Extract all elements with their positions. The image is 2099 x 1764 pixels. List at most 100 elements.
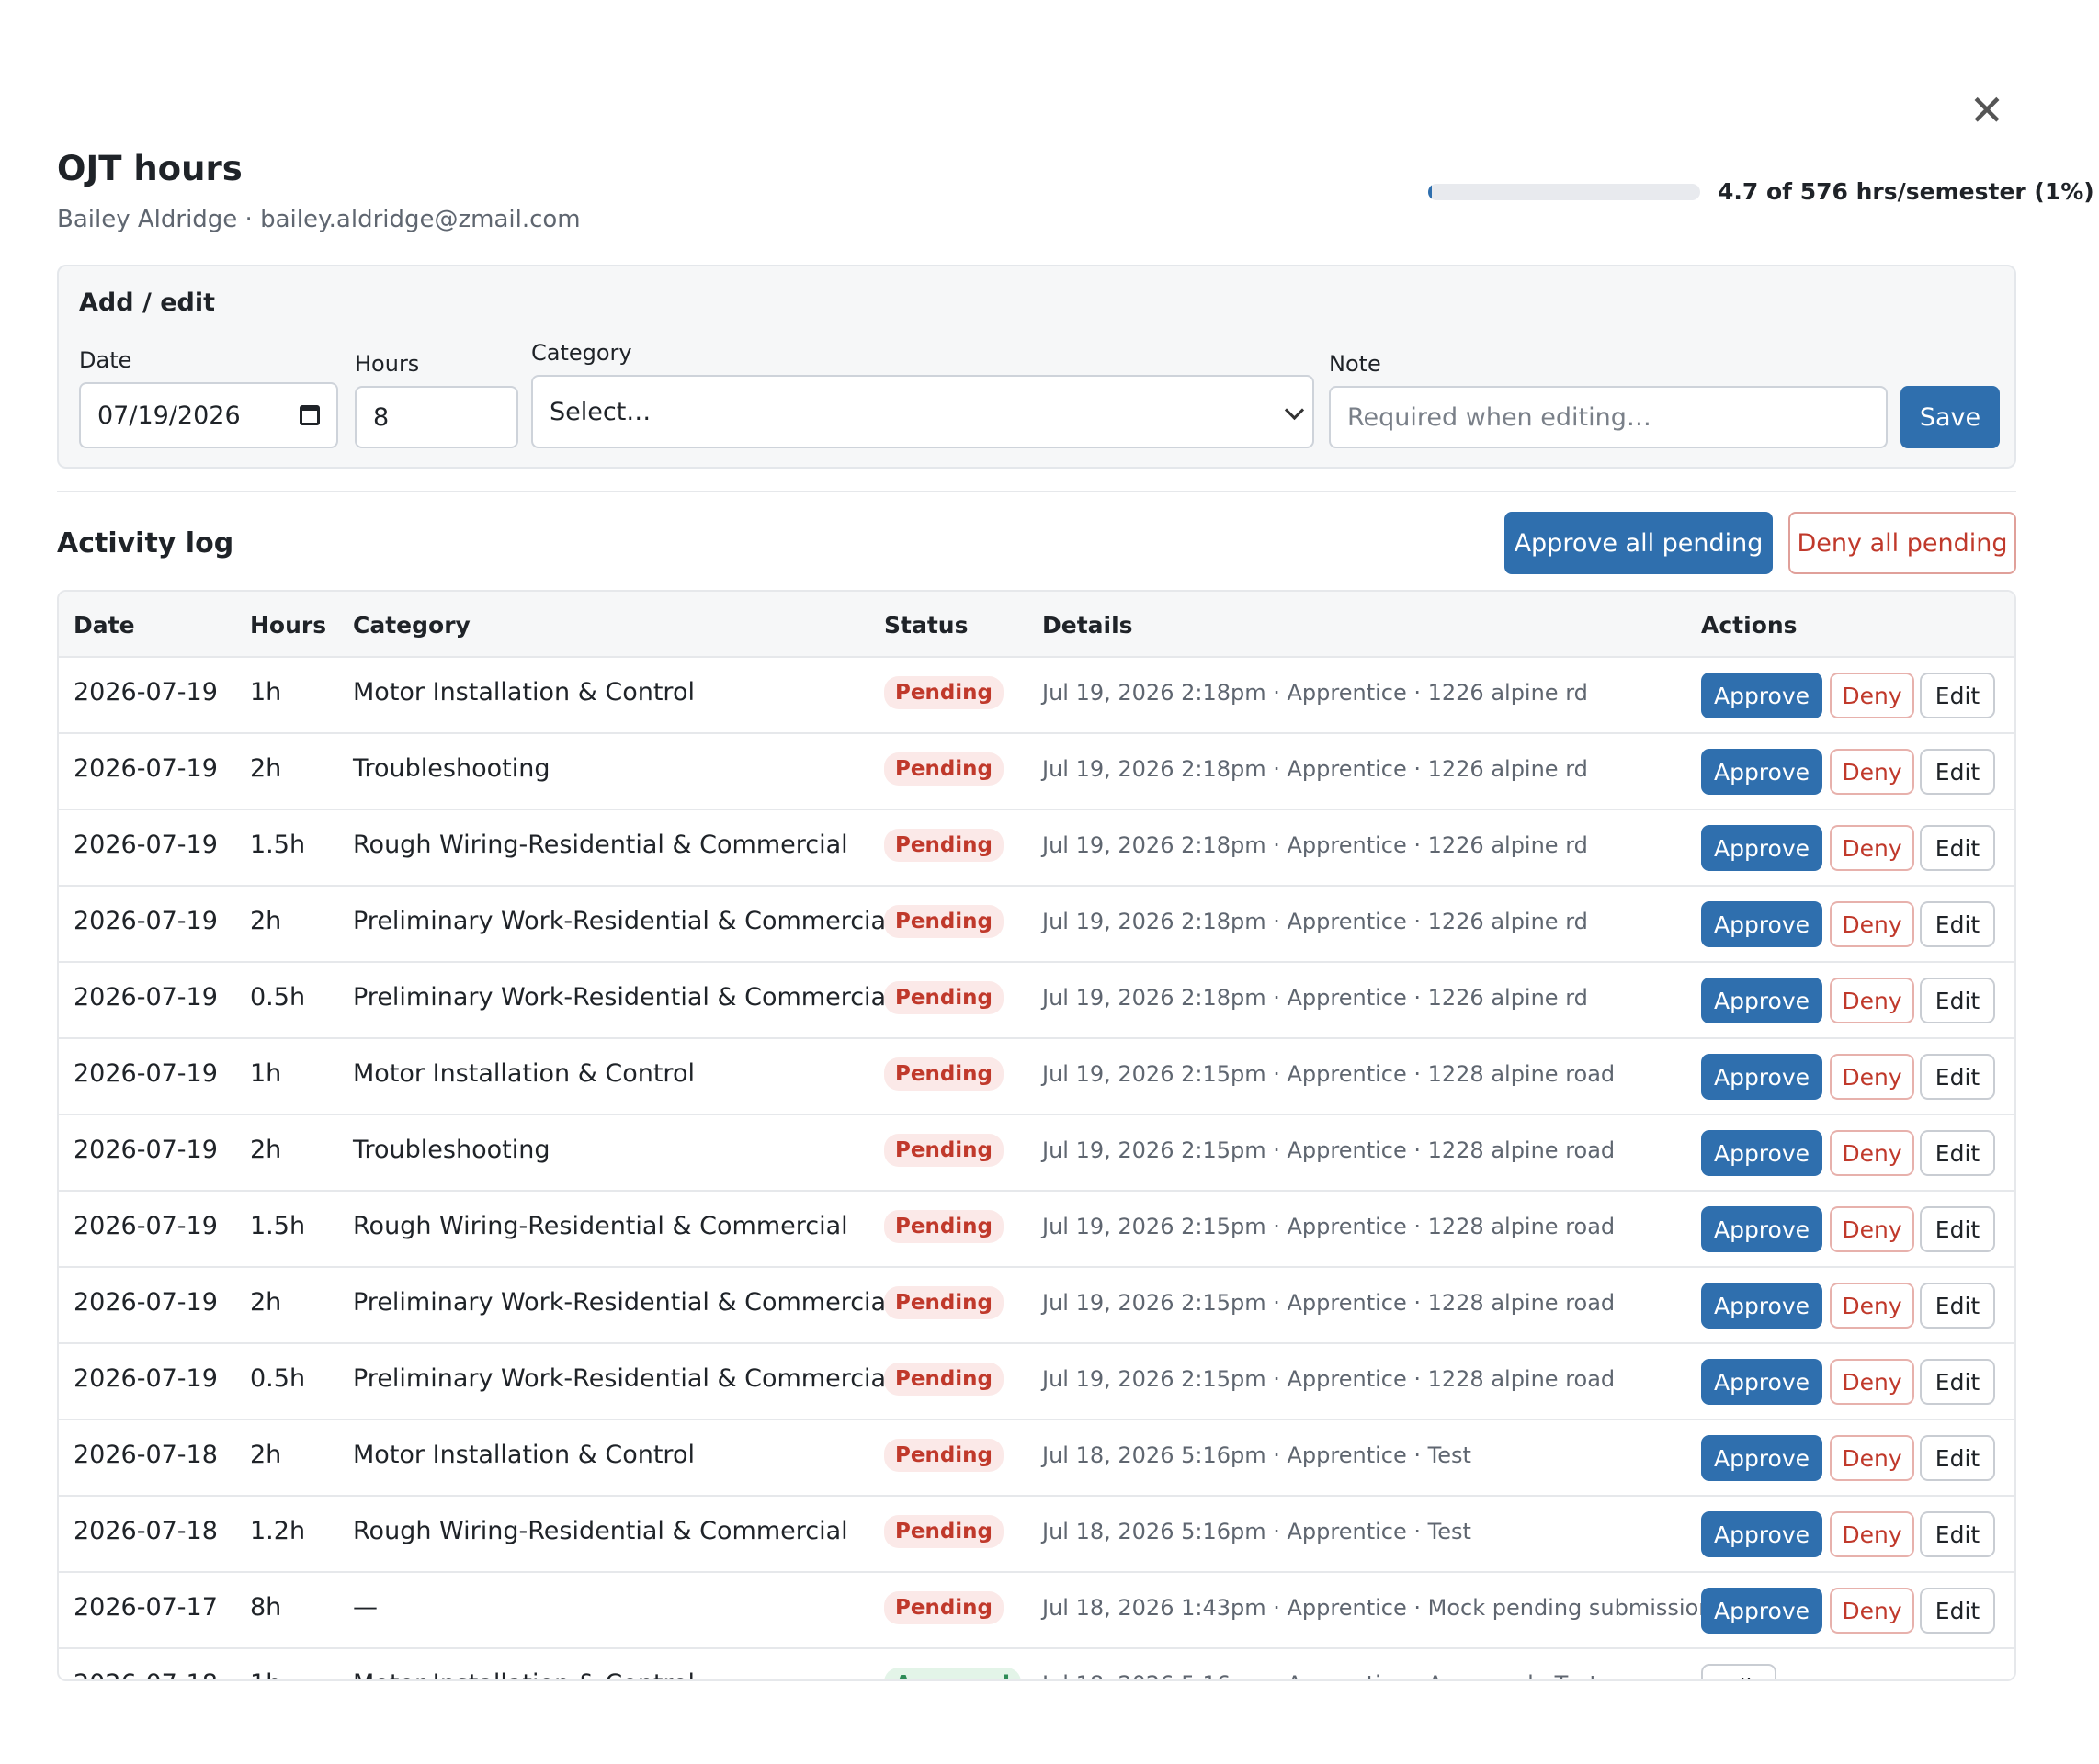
deny-button[interactable]: Deny: [1830, 1283, 1914, 1329]
approve-button[interactable]: Approve: [1701, 1435, 1822, 1481]
row-details: Jul 19, 2026 2:18pm · Apprentice · 1226 …: [1042, 985, 1588, 1011]
edit-button[interactable]: Edit: [1920, 749, 1995, 795]
add-edit-panel: Add / edit Date 07/19/2026 Hours 8 Categ…: [57, 265, 2016, 469]
deny-button[interactable]: Deny: [1830, 1206, 1914, 1252]
edit-button[interactable]: Edit: [1920, 1435, 1995, 1481]
edit-button[interactable]: Edit: [1920, 673, 1995, 718]
status-badge: Pending: [884, 905, 1004, 938]
row-details: Jul 19, 2026 2:15pm · Apprentice · 1228 …: [1042, 1290, 1616, 1316]
row-category: Preliminary Work-Residential & Commercia…: [353, 983, 893, 1012]
row-hours: 1h: [250, 678, 282, 707]
approve-button[interactable]: Approve: [1701, 1283, 1822, 1329]
deny-button[interactable]: Deny: [1830, 1588, 1914, 1634]
table-row: 2026-07-19 0.5h Preliminary Work-Residenti…: [59, 1344, 2014, 1420]
edit-button[interactable]: Edit: [1920, 1206, 1995, 1252]
row-hours: 2h: [250, 1288, 282, 1317]
edit-button[interactable]: Edit: [1920, 1130, 1995, 1176]
approve-button[interactable]: Approve: [1701, 1511, 1822, 1557]
deny-button[interactable]: Deny: [1830, 825, 1914, 871]
row-details: Jul 19, 2026 2:18pm · Apprentice · 1226 …: [1042, 756, 1588, 782]
date-input[interactable]: 07/19/2026: [79, 382, 338, 448]
edit-button[interactable]: Edit: [1920, 978, 1995, 1023]
deny-button[interactable]: Deny: [1830, 1130, 1914, 1176]
edit-button[interactable]: Edit: [1920, 1054, 1995, 1100]
edit-button[interactable]: Edit: [1920, 1283, 1995, 1329]
note-input[interactable]: Required when editing…: [1329, 386, 1888, 448]
approve-button[interactable]: Approve: [1701, 978, 1822, 1023]
hours-progress-bar: [1428, 184, 1700, 200]
approve-button[interactable]: Approve: [1701, 673, 1822, 718]
edit-button[interactable]: Edit: [1920, 825, 1995, 871]
close-icon[interactable]: ✕: [1959, 83, 2014, 138]
row-hours: 0.5h: [250, 1364, 306, 1393]
deny-all-pending-button[interactable]: Deny all pending: [1788, 512, 2016, 574]
status-badge: Pending: [884, 1439, 1004, 1472]
save-button[interactable]: Save: [1900, 386, 2000, 448]
deny-button[interactable]: Deny: [1830, 978, 1914, 1023]
approve-button[interactable]: Approve: [1701, 1206, 1822, 1252]
approve-button[interactable]: Approve: [1701, 749, 1822, 795]
approve-button[interactable]: Approve: [1701, 825, 1822, 871]
row-hours: 2h: [250, 754, 282, 783]
hours-progress-fill: [1428, 184, 1432, 200]
approve-button[interactable]: Approve: [1701, 1054, 1822, 1100]
approve-button[interactable]: Approve: [1701, 1130, 1822, 1176]
deny-button[interactable]: Deny: [1830, 1511, 1914, 1557]
row-hours: 1.5h: [250, 831, 306, 859]
row-category: Preliminary Work-Residential & Commercia…: [353, 1288, 893, 1317]
date-input-value: 07/19/2026: [97, 401, 241, 430]
hours-input-value: 8: [373, 402, 390, 432]
status-badge: Approved: [884, 1668, 1021, 1679]
category-select[interactable]: Select…: [531, 375, 1314, 448]
calendar-icon[interactable]: [300, 405, 320, 425]
table-row: 2026-07-19 2h Troubleshooting Jul 19, 2026 …: [59, 1115, 2014, 1192]
edit-button[interactable]: Edit: [1920, 901, 1995, 947]
status-badge: Pending: [884, 1286, 1004, 1319]
row-date: 2026-07-19: [74, 1364, 218, 1393]
approve-button[interactable]: Approve: [1701, 1588, 1822, 1634]
approve-button[interactable]: Approve: [1701, 901, 1822, 947]
row-date: 2026-07-19: [74, 1288, 218, 1317]
row-details: Jul 19, 2026 2:15pm · Apprentice · 1228 …: [1042, 1366, 1616, 1392]
row-details: Jul 19, 2026 2:18pm · Apprentice · 1226 …: [1042, 680, 1588, 706]
table-row: 2026-07-19 2h Preliminary Work-Residential…: [59, 1268, 2014, 1344]
edit-button[interactable]: Edit: [1920, 1359, 1995, 1405]
activity-log-title: Activity log: [57, 527, 234, 560]
table-row: 2026-07-19 1.5h Rough Wiring-Residential &…: [59, 810, 2014, 887]
row-date: 2026-07-19: [74, 907, 218, 935]
row-hours: 2h: [250, 1441, 282, 1469]
table-row: 2026-07-19 0.5h Preliminary Work-Residenti…: [59, 963, 2014, 1039]
table-row: 2026-07-18 1h Motor Installation & Control…: [59, 1649, 2014, 1679]
row-hours: 1h: [250, 1669, 281, 1679]
edit-button[interactable]: Edit: [1920, 1511, 1995, 1557]
row-hours: 1.5h: [250, 1212, 306, 1240]
deny-button[interactable]: Deny: [1830, 1435, 1914, 1481]
deny-button[interactable]: Deny: [1830, 749, 1914, 795]
edit-button[interactable]: Edit: [1920, 1588, 1995, 1634]
hours-progress-text: 4.7 of 576 hrs/semester (1%): [1718, 178, 2094, 205]
row-details: Jul 18, 2026 5:16pm · Apprentice · Test: [1042, 1442, 1471, 1468]
row-category: Rough Wiring-Residential & Commercial: [353, 831, 848, 859]
note-label: Note: [1329, 351, 1381, 377]
deny-button[interactable]: Deny: [1830, 1054, 1914, 1100]
hours-input[interactable]: 8: [355, 386, 518, 448]
deny-button[interactable]: Deny: [1830, 673, 1914, 718]
approve-button[interactable]: Approve: [1701, 1359, 1822, 1405]
student-subtitle: Bailey Aldridge · bailey.aldridge@zmail.…: [57, 206, 581, 233]
status-badge: Pending: [884, 676, 1004, 709]
row-date: 2026-07-19: [74, 1136, 218, 1164]
row-hours: 1h: [250, 1059, 282, 1088]
deny-button[interactable]: Deny: [1830, 901, 1914, 947]
edit-button[interactable]: Edit: [1701, 1664, 1776, 1679]
row-hours: 0.5h: [250, 983, 306, 1012]
row-details: Jul 19, 2026 2:15pm · Apprentice · 1228 …: [1042, 1214, 1616, 1239]
approve-all-pending-button[interactable]: Approve all pending: [1504, 512, 1773, 574]
column-header-details: Details: [1042, 612, 1133, 639]
status-badge: Pending: [884, 1363, 1004, 1396]
deny-button[interactable]: Deny: [1830, 1359, 1914, 1405]
row-hours: 2h: [250, 1136, 282, 1164]
row-category: Troubleshooting: [353, 754, 550, 783]
row-category: Preliminary Work-Residential & Commercia…: [353, 1364, 893, 1393]
row-hours: 8h: [250, 1593, 282, 1622]
table-body: 2026-07-19 1h Motor Installation & Control…: [59, 658, 2014, 1679]
